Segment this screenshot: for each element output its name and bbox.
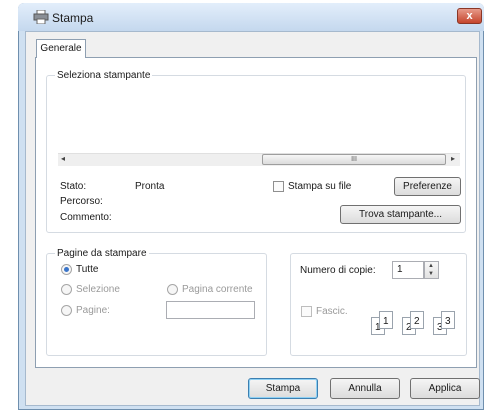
spin-up-icon[interactable]: ▲ <box>428 262 434 270</box>
tab-generale[interactable]: Generale <box>36 39 86 58</box>
print-to-file-checkbox[interactable] <box>273 181 284 192</box>
collate-page: 2 <box>410 311 424 329</box>
scrollbar-thumb[interactable]: III <box>262 154 446 165</box>
preferences-button-label: Preferenze <box>403 181 452 192</box>
status-value: Pronta <box>135 181 165 192</box>
collate-page: 3 <box>441 311 455 329</box>
comment-label: Commento: <box>60 212 112 223</box>
copies-label: Numero di copie: <box>300 265 376 276</box>
printer-list[interactable] <box>58 84 460 154</box>
selection-label[interactable]: Selezione <box>76 284 120 295</box>
pages-input[interactable] <box>166 301 255 319</box>
all-pages-radio[interactable] <box>61 264 72 275</box>
collate-page: 1 <box>379 311 393 329</box>
status-label: Stato: <box>60 181 87 192</box>
copies-input[interactable]: 1 <box>392 261 424 279</box>
cancel-button[interactable]: Annulla <box>330 378 400 399</box>
print-button[interactable]: Stampa <box>248 378 318 399</box>
find-printer-button[interactable]: Trova stampante... <box>340 205 461 224</box>
spin-down-icon[interactable]: ▼ <box>428 270 434 278</box>
find-printer-button-label: Trova stampante... <box>359 209 442 220</box>
current-page-label[interactable]: Pagina corrente <box>182 284 253 295</box>
printer-icon <box>33 10 49 24</box>
apply-button-label: Applica <box>428 383 462 394</box>
copies-spinner[interactable]: ▲ ▼ <box>424 261 439 279</box>
copies-value: 1 <box>397 264 403 275</box>
scrollbar-grip: III <box>351 156 357 163</box>
selection-radio[interactable] <box>61 284 72 295</box>
apply-button[interactable]: Applica <box>410 378 480 399</box>
cancel-button-label: Annulla <box>348 383 382 394</box>
path-label: Percorso: <box>60 196 103 207</box>
collate-preview: 1 1 2 2 3 3 <box>371 311 463 341</box>
close-button[interactable]: x <box>457 8 482 24</box>
pages-radio[interactable] <box>61 305 72 316</box>
collate-label[interactable]: Fascic. <box>316 306 348 317</box>
scroll-right-icon[interactable]: ▸ <box>451 154 455 163</box>
close-icon: x <box>466 10 473 22</box>
all-pages-label[interactable]: Tutte <box>76 264 98 275</box>
current-page-radio[interactable] <box>167 284 178 295</box>
print-to-file-label[interactable]: Stampa su file <box>288 181 351 192</box>
window-title: Stampa <box>52 11 94 25</box>
pages-label[interactable]: Pagine: <box>76 305 110 316</box>
preferences-button[interactable]: Preferenze <box>394 177 461 196</box>
scroll-left-icon[interactable]: ◂ <box>61 154 65 163</box>
select-printer-legend: Seleziona stampante <box>57 70 151 81</box>
print-button-label: Stampa <box>265 383 301 394</box>
page-range-legend: Pagine da stampare <box>57 248 147 259</box>
collate-checkbox[interactable] <box>301 306 312 317</box>
